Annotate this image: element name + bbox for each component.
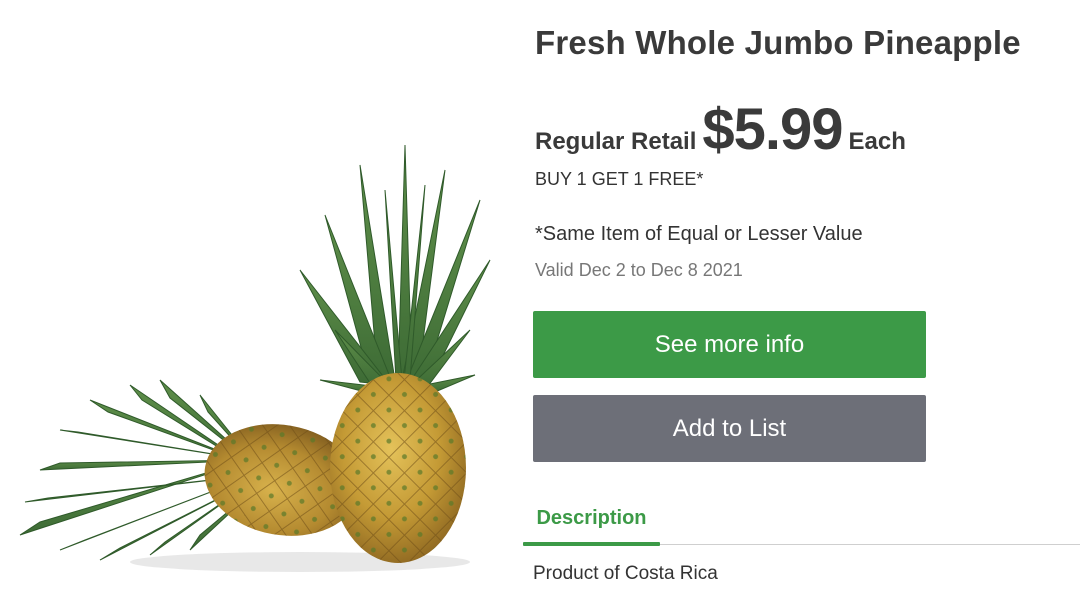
price-row: Regular Retail $5.99 Each xyxy=(535,96,906,163)
product-details: Fresh Whole Jumbo Pineapple Regular Reta… xyxy=(523,0,1080,604)
product-image xyxy=(0,130,500,580)
promo-offer: BUY 1 GET 1 FREE* xyxy=(535,169,704,189)
see-more-info-button[interactable]: See more info xyxy=(533,311,926,378)
promo-validity: Valid Dec 2 to Dec 8 2021 xyxy=(535,260,743,280)
price-unit: Each xyxy=(848,128,906,155)
tab-bar: Description xyxy=(523,500,1080,546)
add-to-list-button[interactable]: Add to List xyxy=(533,395,926,462)
price-prefix: Regular Retail xyxy=(535,128,697,155)
tab-description-label: Description xyxy=(536,507,647,529)
description-text: Product of Costa Rica xyxy=(533,563,718,584)
tab-description[interactable]: Description xyxy=(523,500,660,546)
pineapple-illustration xyxy=(19,144,491,572)
product-title: Fresh Whole Jumbo Pineapple xyxy=(535,24,1021,61)
price-amount: $5.99 xyxy=(702,97,843,162)
promo-condition: *Same Item of Equal or Lesser Value xyxy=(535,223,863,245)
tab-active-indicator xyxy=(523,542,660,546)
